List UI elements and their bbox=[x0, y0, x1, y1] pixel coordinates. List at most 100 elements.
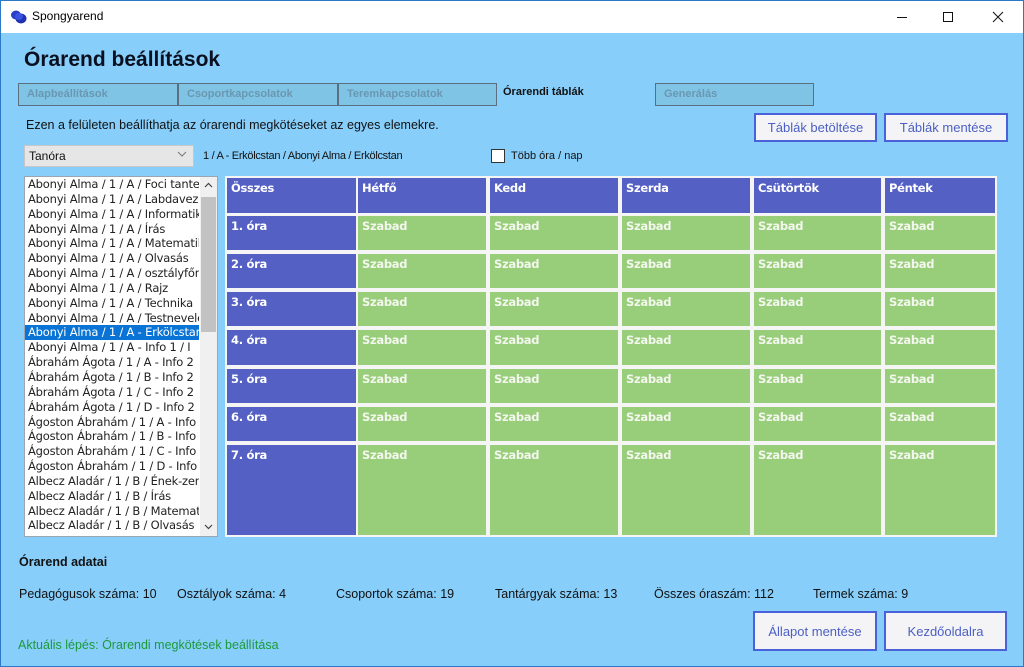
tab-csoportkapcsolatok[interactable]: Csoportkapcsolatok bbox=[178, 83, 338, 106]
list-item[interactable]: Ábrahám Ágota / 1 / A - Info 2 bbox=[25, 355, 199, 370]
timetable-cell[interactable]: Szabad bbox=[356, 252, 488, 290]
list-item[interactable]: Abonyi Alma / 1 / A / Írás bbox=[25, 222, 199, 237]
timetable-cell[interactable]: Szabad bbox=[620, 290, 752, 328]
list-item[interactable]: Abonyi Alma / 1 / A / Foci tanterem bbox=[25, 177, 199, 192]
app-window: Spongyarend Órarend beállítások Alapbeál… bbox=[0, 0, 1024, 667]
timetable-cell[interactable]: Szabad bbox=[488, 252, 620, 290]
type-select[interactable]: Tanóra bbox=[24, 145, 194, 167]
chevron-up-icon bbox=[204, 182, 213, 188]
timetable-cell[interactable]: Szabad bbox=[883, 290, 997, 328]
item-listbox[interactable]: Abonyi Alma / 1 / A / Foci tanteremAbony… bbox=[24, 176, 218, 537]
scroll-up-button[interactable] bbox=[200, 177, 217, 194]
minimize-button[interactable] bbox=[879, 1, 925, 33]
timetable-cell[interactable]: Szabad bbox=[488, 290, 620, 328]
list-item[interactable]: Ábrahám Ágota / 1 / D - Info 2 bbox=[25, 400, 199, 415]
save-tables-button[interactable]: Táblák mentése bbox=[884, 113, 1008, 142]
list-item[interactable]: Abonyi Alma / 1 / A - Erkölcstan bbox=[25, 325, 199, 341]
list-item[interactable]: Albecz Aladár / 1 / B / Írás bbox=[25, 489, 199, 504]
timetable-cell[interactable]: Szabad bbox=[356, 367, 488, 405]
day-header[interactable]: Csütörtök bbox=[752, 176, 883, 215]
multi-lesson-checkbox[interactable] bbox=[491, 149, 505, 163]
listbox-scrollbar[interactable] bbox=[200, 177, 217, 536]
scroll-thumb[interactable] bbox=[201, 197, 216, 332]
list-item[interactable]: Albecz Aladár / 1 / B / Matematika bbox=[25, 504, 199, 519]
timetable-cell[interactable]: Szabad bbox=[620, 214, 752, 252]
period-header[interactable]: 3. óra bbox=[225, 290, 358, 328]
list-item[interactable]: Abonyi Alma / 1 / A / Labdavezetés bbox=[25, 192, 199, 207]
timetable-cell[interactable]: Szabad bbox=[752, 443, 883, 537]
timetable-cell[interactable]: Szabad bbox=[883, 214, 997, 252]
period-header[interactable]: 7. óra bbox=[225, 443, 358, 537]
timetable-cell[interactable]: Szabad bbox=[356, 328, 488, 367]
timetable-cell[interactable]: Szabad bbox=[883, 443, 997, 537]
maximize-button[interactable] bbox=[925, 1, 971, 33]
multi-lesson-label: Több óra / nap bbox=[511, 150, 583, 162]
list-item[interactable]: Abonyi Alma / 1 / A / Matematika bbox=[25, 236, 199, 251]
list-item[interactable]: Ágoston Ábrahám / 1 / A - Info bbox=[25, 415, 199, 430]
timetable-cell[interactable]: Szabad bbox=[620, 443, 752, 537]
list-item[interactable]: Abonyi Alma / 1 / A / Olvasás bbox=[25, 251, 199, 266]
timetable-cell[interactable]: Szabad bbox=[752, 328, 883, 367]
load-tables-button[interactable]: Táblák betöltése bbox=[754, 113, 877, 142]
period-header[interactable]: 1. óra bbox=[225, 214, 358, 252]
current-step-status: Aktuális lépés: Órarendi megkötések beál… bbox=[18, 638, 279, 652]
stat-total-hours: Összes óraszám: 112 bbox=[654, 587, 774, 601]
list-item[interactable]: Abonyi Alma / 1 / A / osztályfőnöki bbox=[25, 266, 199, 281]
timetable-cell[interactable]: Szabad bbox=[883, 328, 997, 367]
timetable-cell[interactable]: Szabad bbox=[620, 328, 752, 367]
list-item[interactable]: Albecz Aladár / 1 / B / Ének-zene bbox=[25, 474, 199, 489]
close-button[interactable] bbox=[975, 1, 1021, 33]
list-item[interactable]: Abonyi Alma / 1 / A / Testnevelés bbox=[25, 311, 199, 326]
list-item[interactable]: Albecz Aladár / 1 / B / Olvasás bbox=[25, 518, 199, 533]
list-item[interactable]: Abonyi Alma / 1 / A - Info 1 / I bbox=[25, 340, 199, 355]
list-item[interactable]: Ágoston Ábrahám / 1 / B - Info bbox=[25, 429, 199, 444]
timetable-cell[interactable]: Szabad bbox=[620, 405, 752, 443]
list-item[interactable]: Abonyi Alma / 1 / A / Rajz bbox=[25, 281, 199, 296]
list-item[interactable]: Ábrahám Ágota / 1 / B - Info 2 bbox=[25, 370, 199, 385]
timetable-cell[interactable]: Szabad bbox=[752, 290, 883, 328]
timetable-cell[interactable]: Szabad bbox=[356, 290, 488, 328]
day-header[interactable]: Szerda bbox=[620, 176, 752, 215]
period-header[interactable]: 5. óra bbox=[225, 367, 358, 405]
tab-orarendi-tablak[interactable]: Órarendi táblák bbox=[503, 83, 643, 106]
period-header[interactable]: 4. óra bbox=[225, 328, 358, 367]
list-item[interactable]: Ábrahám Ágota / 1 / C - Info 2 bbox=[25, 385, 199, 400]
timetable-cell[interactable]: Szabad bbox=[488, 367, 620, 405]
timetable-cell[interactable]: Szabad bbox=[488, 328, 620, 367]
day-header[interactable]: Péntek bbox=[883, 176, 997, 215]
timetable-cell[interactable]: Szabad bbox=[883, 367, 997, 405]
timetable-cell[interactable]: Szabad bbox=[488, 214, 620, 252]
period-header[interactable]: 6. óra bbox=[225, 405, 358, 443]
save-state-button[interactable]: Állapot mentése bbox=[753, 611, 877, 651]
timetable-cell[interactable]: Szabad bbox=[883, 405, 997, 443]
home-button[interactable]: Kezdőoldalra bbox=[884, 611, 1007, 651]
timetable-cell[interactable]: Szabad bbox=[752, 252, 883, 290]
timetable-cell[interactable]: Szabad bbox=[356, 214, 488, 252]
list-item[interactable]: Abonyi Alma / 1 / A / Informatika bbox=[25, 207, 199, 222]
timetable-cell[interactable]: Szabad bbox=[356, 405, 488, 443]
tab-generalas[interactable]: Generálás bbox=[655, 83, 814, 106]
tab-alapbeallitasok[interactable]: Alapbeállítások bbox=[18, 83, 178, 106]
timetable-cell[interactable]: Szabad bbox=[488, 405, 620, 443]
maximize-icon bbox=[943, 12, 953, 22]
period-header[interactable]: 2. óra bbox=[225, 252, 358, 290]
timetable-cell[interactable]: Szabad bbox=[488, 443, 620, 537]
chevron-down-icon bbox=[204, 524, 213, 530]
list-item[interactable]: Abonyi Alma / 1 / A / Technika bbox=[25, 296, 199, 311]
timetable-cell[interactable]: Szabad bbox=[620, 367, 752, 405]
tab-teremkapcsolatok[interactable]: Teremkapcsolatok bbox=[338, 83, 497, 106]
day-header[interactable]: Hétfő bbox=[356, 176, 488, 215]
list-item[interactable]: Ágoston Ábrahám / 1 / D - Info bbox=[25, 459, 199, 474]
list-item[interactable]: Ágoston Ábrahám / 1 / C - Info bbox=[25, 444, 199, 459]
chevron-down-icon bbox=[177, 150, 187, 161]
timetable-cell[interactable]: Szabad bbox=[356, 443, 488, 537]
timetable-cell[interactable]: Szabad bbox=[752, 367, 883, 405]
scroll-down-button[interactable] bbox=[200, 519, 217, 536]
timetable-corner-header[interactable]: Összes bbox=[225, 176, 358, 215]
timetable-cell[interactable]: Szabad bbox=[620, 252, 752, 290]
timetable-cell[interactable]: Szabad bbox=[883, 252, 997, 290]
day-header[interactable]: Kedd bbox=[488, 176, 620, 215]
timetable-cell[interactable]: Szabad bbox=[752, 214, 883, 252]
page-description: Ezen a felületen beállíthatja az órarend… bbox=[26, 118, 439, 132]
timetable-cell[interactable]: Szabad bbox=[752, 405, 883, 443]
